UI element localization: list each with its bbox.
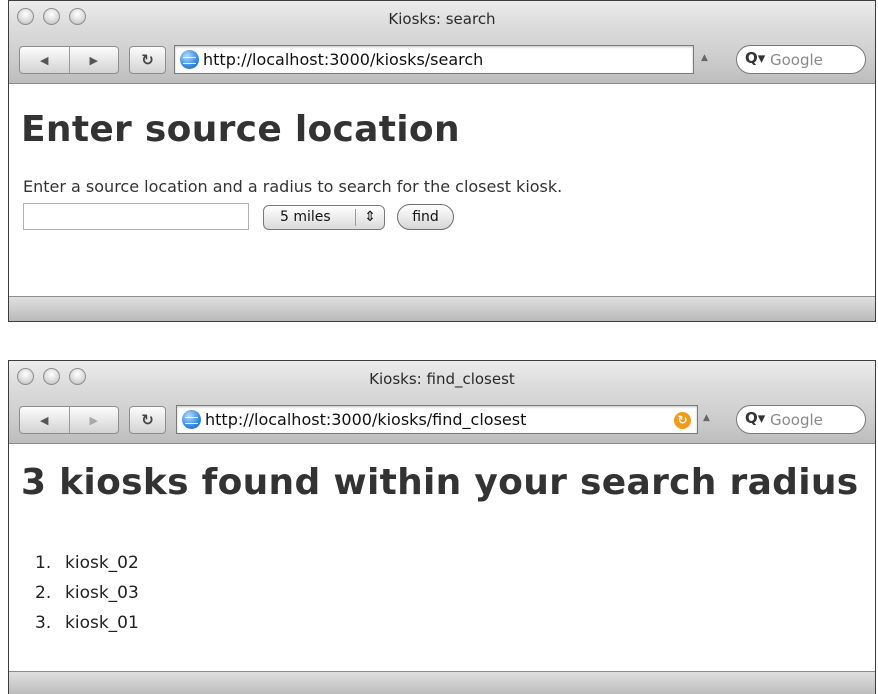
window-title: Kiosks: search	[388, 10, 496, 28]
globe-icon	[182, 410, 201, 429]
radius-select[interactable]: 5 miles ⇕	[263, 205, 385, 230]
reload-button[interactable]: ↻	[129, 46, 166, 74]
globe-icon	[180, 50, 199, 69]
instruction-text: Enter a source location and a radius to …	[23, 177, 563, 196]
list-number: 1.	[35, 553, 52, 573]
select-divider	[355, 209, 356, 226]
search-placeholder: Google	[770, 51, 823, 69]
status-bar	[9, 671, 875, 694]
results-list: 1. kiosk_02 2. kiosk_03 3. kiosk_01	[35, 553, 139, 643]
list-number: 3.	[35, 613, 52, 633]
history-nav: ◀ ▶	[19, 46, 119, 74]
snapback-icon[interactable]: ▲	[701, 53, 708, 63]
forward-button[interactable]: ▶	[68, 47, 119, 73]
reload-icon: ↻	[141, 411, 154, 429]
address-bar[interactable]: http://localhost:3000/kiosks/find_closes…	[176, 405, 698, 434]
forward-arrow-icon: ▶	[89, 413, 98, 427]
source-location-input[interactable]	[23, 203, 249, 230]
history-nav: ◀ ▶	[19, 406, 119, 434]
back-arrow-icon: ◀	[40, 53, 49, 67]
list-item: 2. kiosk_03	[35, 583, 139, 613]
page-heading: Enter source location	[21, 109, 460, 150]
find-button[interactable]: find	[397, 204, 454, 230]
back-arrow-icon: ◀	[40, 413, 49, 427]
kiosk-name: kiosk_01	[65, 613, 139, 633]
reload-button[interactable]: ↻	[129, 406, 166, 434]
page-content: 3 kiosks found within your search radius…	[9, 444, 875, 694]
page-heading: 3 kiosks found within your search radius	[21, 462, 859, 503]
address-bar[interactable]: http://localhost:3000/kiosks/search	[174, 45, 694, 74]
status-bar	[9, 296, 875, 321]
snapback-icon[interactable]: ▲	[703, 413, 710, 423]
window-title: Kiosks: find_closest	[369, 370, 515, 388]
search-field[interactable]: Q▾ Google	[736, 405, 866, 434]
url-text: http://localhost:3000/kiosks/search	[203, 50, 484, 69]
browser-window-search: Kiosks: search ◀ ▶ ↻ http://localhost:30…	[8, 0, 876, 322]
browser-window-results: Kiosks: find_closest ◀ ▶ ↻ http://localh…	[8, 360, 876, 694]
forward-button[interactable]: ▶	[68, 407, 119, 433]
browser-toolbar: Kiosks: search ◀ ▶ ↻ http://localhost:30…	[9, 1, 875, 84]
list-item: 3. kiosk_01	[35, 613, 139, 643]
back-button[interactable]: ◀	[20, 407, 69, 433]
search-icon: Q▾	[745, 49, 766, 67]
kiosk-name: kiosk_03	[65, 583, 139, 603]
kiosk-name: kiosk_02	[65, 553, 139, 573]
list-item: 1. kiosk_02	[35, 553, 139, 583]
back-button[interactable]: ◀	[20, 47, 69, 73]
reload-rss-icon[interactable]: ↻	[674, 412, 691, 429]
url-text: http://localhost:3000/kiosks/find_closes…	[205, 410, 527, 429]
updown-arrows-icon: ⇕	[364, 209, 376, 225]
list-number: 2.	[35, 583, 52, 603]
search-icon: Q▾	[745, 409, 766, 427]
browser-toolbar: Kiosks: find_closest ◀ ▶ ↻ http://localh…	[9, 361, 875, 444]
radius-selected-value: 5 miles	[280, 209, 331, 225]
search-placeholder: Google	[770, 411, 823, 429]
reload-icon: ↻	[141, 51, 154, 69]
search-field[interactable]: Q▾ Google	[736, 45, 866, 74]
page-content: Enter source location Enter a source loc…	[9, 84, 875, 321]
forward-arrow-icon: ▶	[89, 53, 98, 67]
